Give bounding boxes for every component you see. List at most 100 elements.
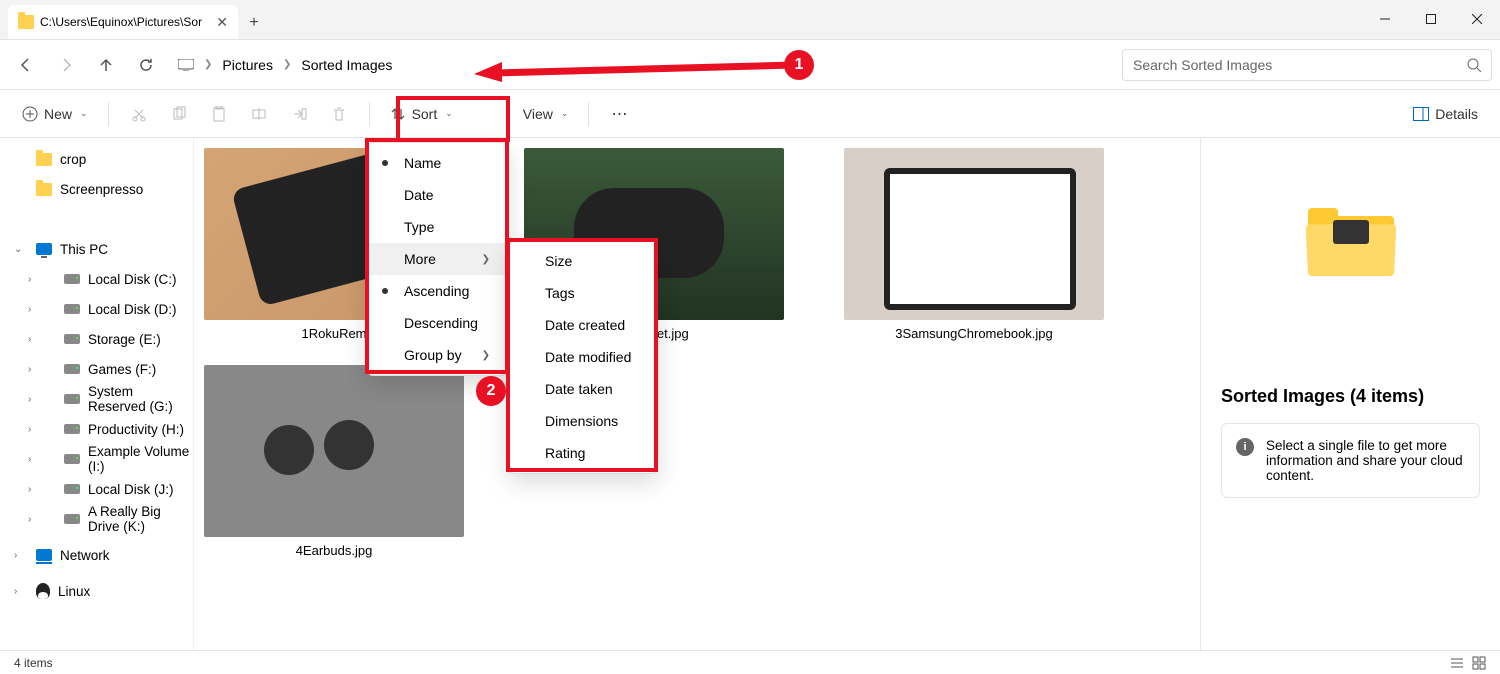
drive-icon [64, 454, 80, 464]
sort-menu: NameDateTypeMore❯ Ascending DescendingGrou… [367, 142, 507, 376]
sidebar-item-drive[interactable]: ›Local Disk (J:) [0, 474, 193, 504]
sidebar-label: Productivity (H:) [88, 422, 184, 437]
sidebar-item-drive[interactable]: ›Example Volume (I:) [0, 444, 193, 474]
annotation-badge: 1 [784, 50, 814, 80]
sidebar-item-screenpresso[interactable]: Screenpresso [0, 174, 193, 204]
close-button[interactable] [1454, 0, 1500, 39]
chevron-down-icon[interactable]: ⌄ [14, 244, 22, 255]
chevron-down-icon: ⌄ [561, 108, 569, 119]
menu-item[interactable]: Dimensions [509, 405, 657, 437]
share-button[interactable] [281, 98, 317, 130]
close-tab-icon[interactable]: ✕ [216, 14, 228, 31]
drive-icon [64, 304, 80, 314]
view-button[interactable]: View ⌄ [515, 98, 577, 130]
back-button[interactable] [8, 47, 44, 83]
chevron-down-icon: ⌄ [445, 108, 453, 119]
file-grid[interactable]: 1RokuRemHeadset.jpg3SamsungChromebook.jp… [194, 138, 1200, 650]
chevron-right-icon[interactable]: › [28, 424, 31, 435]
chevron-right-icon[interactable]: › [28, 484, 31, 495]
details-hint: i Select a single file to get more infor… [1221, 423, 1480, 498]
sidebar-item-drive[interactable]: ›System Reserved (G:) [0, 384, 193, 414]
sidebar-item-drive[interactable]: ›Games (F:) [0, 354, 193, 384]
status-text: 4 items [14, 656, 53, 670]
chevron-down-icon: ⌄ [80, 108, 88, 119]
menu-item[interactable]: Date taken [509, 373, 657, 405]
sort-icon [390, 106, 406, 122]
sidebar-item-this-pc[interactable]: ⌄ This PC [0, 234, 193, 264]
divider [108, 102, 109, 126]
breadcrumb-item[interactable]: Pictures [222, 57, 273, 73]
menu-item[interactable]: Date [368, 179, 506, 211]
sidebar-item-drive[interactable]: ›Local Disk (D:) [0, 294, 193, 324]
rename-button[interactable] [241, 98, 277, 130]
breadcrumb-item[interactable]: Sorted Images [301, 57, 392, 73]
sidebar-item-drive[interactable]: › A Really Big Drive (K:) [0, 504, 193, 534]
sidebar-label: This PC [60, 242, 108, 257]
sidebar-label: Linux [58, 584, 90, 599]
forward-button[interactable] [48, 47, 84, 83]
maximize-button[interactable] [1408, 0, 1454, 39]
menu-item[interactable]: Date created [509, 309, 657, 341]
chevron-right-icon[interactable]: › [28, 454, 31, 465]
refresh-button[interactable] [128, 47, 164, 83]
new-label: New [44, 106, 72, 122]
sort-button[interactable]: Sort ⌄ [382, 98, 461, 130]
window-tab[interactable]: C:\Users\Equinox\Pictures\Sor ✕ [8, 5, 238, 39]
file-item[interactable]: 4Earbuds.jpg [204, 365, 464, 558]
menu-item-label: Dimensions [545, 413, 618, 429]
sidebar-item-drive[interactable]: ›Local Disk (C:) [0, 264, 193, 294]
drive-icon [64, 394, 80, 404]
menu-item[interactable]: Date modified [509, 341, 657, 373]
thumb-view-icon[interactable] [1472, 656, 1486, 670]
chevron-right-icon[interactable]: › [14, 586, 17, 597]
sidebar-item-linux[interactable]: › Linux [0, 576, 193, 606]
drive-icon [64, 364, 80, 374]
menu-item[interactable]: Size [509, 245, 657, 277]
sidebar-item-drive[interactable]: › Productivity (H:) [0, 414, 193, 444]
cut-button[interactable] [121, 98, 157, 130]
minimize-button[interactable] [1362, 0, 1408, 39]
paste-button[interactable] [201, 98, 237, 130]
breadcrumb[interactable]: ❯ Pictures ❯ Sorted Images [168, 48, 1118, 82]
chevron-right-icon[interactable]: › [28, 304, 31, 315]
file-name: 3SamsungChromebook.jpg [895, 326, 1053, 341]
divider [369, 102, 370, 126]
chevron-right-icon[interactable]: › [28, 274, 31, 285]
delete-button[interactable] [321, 98, 357, 130]
new-button[interactable]: New ⌄ [14, 98, 96, 130]
linux-icon [36, 583, 50, 599]
chevron-right-icon[interactable]: › [28, 514, 31, 525]
chevron-right-icon[interactable]: › [14, 550, 17, 561]
menu-item[interactable]: Descending [368, 307, 506, 339]
menu-item[interactable]: Rating [509, 437, 657, 469]
new-tab-button[interactable]: + [238, 7, 270, 39]
more-button[interactable]: ⋯ [601, 98, 637, 130]
copy-button[interactable] [161, 98, 197, 130]
search-input[interactable]: Search Sorted Images [1122, 49, 1492, 81]
details-toggle[interactable]: Details [1405, 98, 1486, 130]
drive-icon [64, 274, 80, 284]
chevron-right-icon[interactable]: › [28, 334, 31, 345]
menu-item-label: Date created [545, 317, 625, 333]
chevron-right-icon: ❯ [204, 59, 212, 70]
details-title: Sorted Images (4 items) [1221, 386, 1424, 407]
sidebar-item-crop[interactable]: crop [0, 144, 193, 174]
menu-item[interactable]: Ascending [368, 275, 506, 307]
menu-item[interactable]: Tags [509, 277, 657, 309]
file-name: 1RokuRem [301, 326, 366, 341]
sidebar-item-network[interactable]: ›Network [0, 540, 193, 570]
drive-icon [64, 514, 80, 524]
menu-item[interactable]: Name [368, 147, 506, 179]
menu-item[interactable]: More❯ [368, 243, 506, 275]
up-button[interactable] [88, 47, 124, 83]
list-view-icon[interactable] [1450, 656, 1464, 670]
details-pane-icon [1413, 107, 1429, 121]
menu-item-label: Ascending [404, 283, 469, 299]
chevron-right-icon[interactable]: › [28, 394, 31, 405]
file-item[interactable]: 3SamsungChromebook.jpg [844, 148, 1104, 341]
menu-item[interactable]: Group by❯ [368, 339, 506, 371]
sidebar-label: A Really Big Drive (K:) [88, 504, 193, 534]
sidebar-item-drive[interactable]: ›Storage (E:) [0, 324, 193, 354]
chevron-right-icon[interactable]: › [28, 364, 31, 375]
menu-item[interactable]: Type [368, 211, 506, 243]
